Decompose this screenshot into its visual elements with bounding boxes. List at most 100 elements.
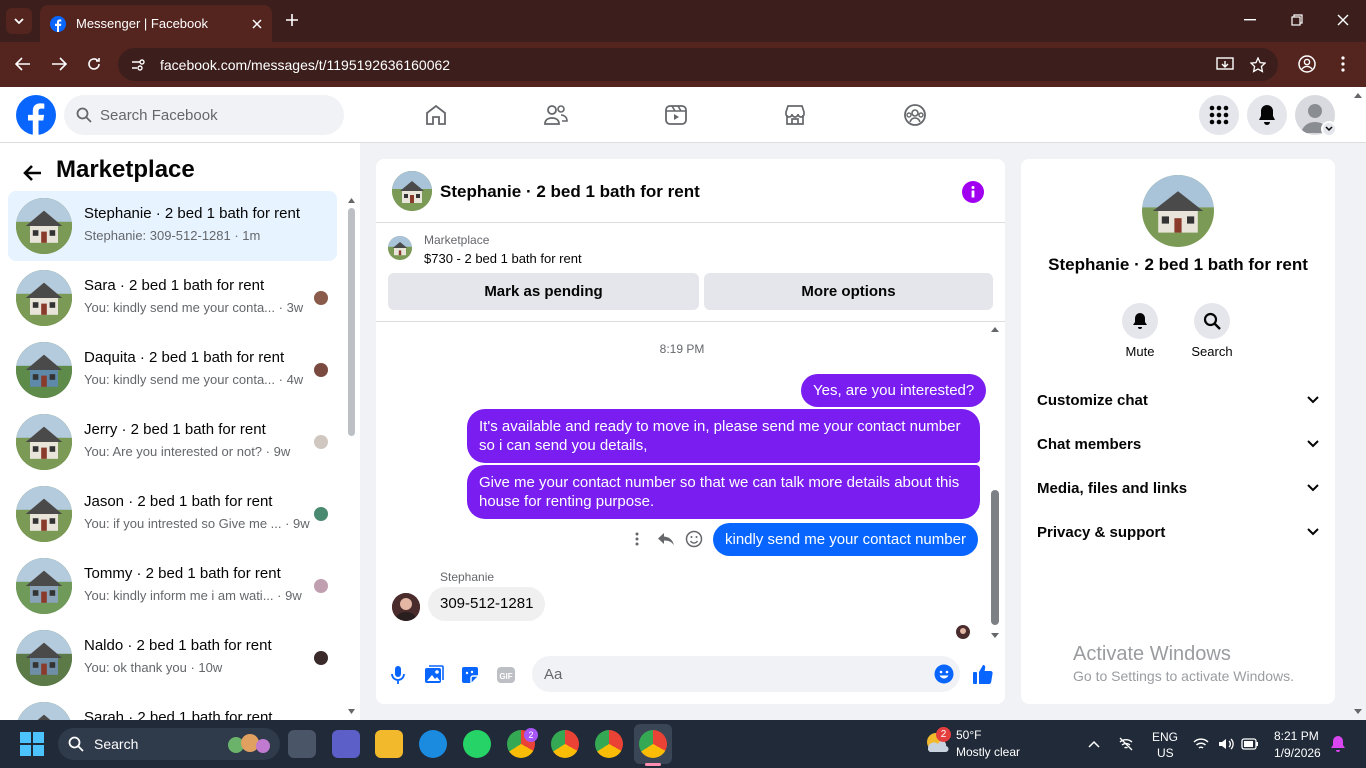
start-button[interactable]	[20, 732, 44, 756]
conversation-item[interactable]: Naldo · 2 bed 1 bath for rent You: ok tha…	[8, 623, 337, 693]
maximize-button[interactable]	[1287, 10, 1307, 30]
chat-scrollbar[interactable]	[990, 325, 1000, 641]
react-button[interactable]	[683, 529, 705, 549]
conversation-item[interactable]: Sarah · 2 bed 1 bath for rent	[8, 695, 337, 720]
conversation-info-button[interactable]	[962, 181, 984, 203]
search-in-conversation-button[interactable]	[1194, 303, 1230, 339]
page-scroll-up-icon[interactable]	[1353, 91, 1363, 99]
mute-button[interactable]	[1122, 303, 1158, 339]
nav-home-button[interactable]	[416, 95, 456, 135]
more-options-button[interactable]: More options	[704, 273, 993, 310]
conversation-item[interactable]: Jason · 2 bed 1 bath for rent You: if you…	[8, 479, 337, 549]
whatsapp-icon[interactable]	[463, 730, 491, 758]
notification-bell-icon[interactable]	[1330, 735, 1346, 753]
url-text: facebook.com/messages/t/1195192636160062	[160, 56, 451, 73]
conversation-preview: You: kindly send me your conta... · 3w	[84, 300, 304, 315]
message-bubble-received[interactable]: 309-512-1281	[428, 587, 546, 621]
emoji-picker-icon[interactable]	[934, 664, 954, 684]
conversation-item[interactable]: Daquita · 2 bed 1 bath for rent You: kind…	[8, 335, 337, 405]
language-code[interactable]: ENG	[1152, 730, 1178, 744]
install-app-icon[interactable]	[1216, 56, 1234, 73]
media-files-links-section[interactable]: Media, files and links	[1037, 476, 1319, 500]
edge-browser-icon[interactable]	[419, 730, 447, 758]
weather-temp[interactable]: 50°F	[956, 728, 981, 742]
close-window-button[interactable]	[1333, 10, 1353, 30]
teams-meet-icon[interactable]	[332, 730, 360, 758]
facebook-search-input[interactable]: Search Facebook	[64, 95, 344, 135]
message-bubble-sent[interactable]: It's available and ready to move in, ple…	[467, 409, 980, 463]
chat-scrollbar-thumb[interactable]	[991, 490, 999, 625]
reply-button[interactable]	[655, 529, 677, 549]
task-view-icon[interactable]	[288, 730, 316, 758]
site-settings-icon[interactable]	[130, 57, 146, 73]
scroll-up-icon[interactable]	[990, 325, 1000, 333]
chrome-profile-icon[interactable]	[595, 730, 623, 758]
chrome-profile-icon[interactable]	[551, 730, 579, 758]
back-arrow-button[interactable]	[18, 159, 46, 187]
nav-video-button[interactable]	[656, 95, 696, 135]
voice-clip-button[interactable]	[388, 664, 408, 686]
chrome-active-icon[interactable]	[639, 730, 667, 758]
network-off-icon[interactable]	[1118, 736, 1134, 752]
reload-button[interactable]	[83, 53, 105, 75]
browser-tab-messenger[interactable]: Messenger | Facebook	[40, 5, 272, 42]
privacy-support-section[interactable]: Privacy & support	[1037, 520, 1319, 544]
minimize-button[interactable]	[1240, 10, 1260, 30]
message-composer-input[interactable]: Aa	[532, 656, 960, 692]
wifi-icon[interactable]	[1193, 737, 1209, 751]
url-field[interactable]: facebook.com/messages/t/1195192636160062	[118, 48, 1278, 81]
sticker-button[interactable]	[459, 664, 481, 686]
gif-button[interactable]: GIF	[495, 664, 517, 686]
customize-chat-section[interactable]: Customize chat	[1037, 388, 1319, 412]
nav-marketplace-button[interactable]	[775, 95, 815, 135]
language-region[interactable]: US	[1157, 746, 1174, 760]
menu-grid-button[interactable]	[1199, 95, 1239, 135]
facebook-logo-icon[interactable]	[16, 95, 56, 135]
close-tab-icon[interactable]	[252, 18, 262, 29]
mark-as-pending-button[interactable]: Mark as pending	[388, 273, 699, 310]
file-explorer-icon[interactable]	[375, 730, 403, 758]
nav-friends-button[interactable]	[536, 95, 576, 135]
notifications-button[interactable]	[1247, 95, 1287, 135]
scroll-down-icon[interactable]	[990, 632, 1000, 640]
weather-desc[interactable]: Mostly clear	[956, 745, 1020, 759]
message-more-button[interactable]	[630, 529, 644, 549]
forward-button[interactable]	[48, 53, 70, 75]
conversation-item[interactable]: Sara · 2 bed 1 bath for rent You: kindly …	[8, 263, 337, 333]
smiley-icon	[685, 530, 703, 548]
info-avatar[interactable]	[1142, 175, 1214, 247]
chat-members-section[interactable]: Chat members	[1037, 432, 1319, 456]
page-scroll-down-icon[interactable]	[1353, 708, 1363, 716]
conversation-item[interactable]: Jerry · 2 bed 1 bath for rent You: Are yo…	[8, 407, 337, 477]
clock-time[interactable]: 8:21 PM	[1274, 729, 1319, 743]
send-like-button[interactable]	[971, 662, 995, 686]
back-button[interactable]	[12, 53, 34, 75]
stephanie-avatar[interactable]	[392, 593, 420, 621]
listing-title[interactable]: $730 - 2 bed 1 bath for rent	[424, 251, 582, 266]
taskbar-search[interactable]: Search	[58, 728, 280, 760]
listing-thumbnail[interactable]	[388, 236, 412, 260]
message-bubble-sent-last[interactable]: kindly send me your contact number	[713, 523, 978, 556]
profile-button[interactable]	[1296, 53, 1318, 75]
account-chevron[interactable]	[1321, 121, 1337, 137]
message-bubble-sent[interactable]: Yes, are you interested?	[801, 374, 987, 407]
sidebar-scrollbar[interactable]	[347, 196, 356, 716]
nav-gaming-button[interactable]	[895, 95, 935, 135]
chat-header-avatar[interactable]	[392, 171, 432, 211]
message-bubble-sent[interactable]: Give me your contact number so that we c…	[467, 465, 980, 519]
chevron-up-icon[interactable]	[1088, 740, 1100, 748]
chat-header-title[interactable]: Stephanie · 2 bed 1 bath for rent	[440, 182, 700, 202]
browser-menu-button[interactable]	[1334, 53, 1352, 75]
battery-icon[interactable]	[1241, 738, 1259, 750]
tab-list-button[interactable]	[6, 8, 32, 34]
sidebar-scrollbar-thumb[interactable]	[348, 208, 355, 436]
conversation-item[interactable]: Tommy · 2 bed 1 bath for rent You: kindly…	[8, 551, 337, 621]
new-tab-button[interactable]	[282, 10, 302, 30]
bookmark-star-icon[interactable]	[1250, 56, 1266, 73]
clock-date[interactable]: 1/9/2026	[1274, 746, 1321, 760]
scroll-up-icon[interactable]	[347, 196, 356, 204]
scroll-down-icon[interactable]	[347, 708, 356, 716]
conversation-item[interactable]: Stephanie · 2 bed 1 bath for rent Stephan…	[8, 191, 337, 261]
attach-photo-button[interactable]	[423, 664, 445, 686]
volume-icon[interactable]	[1218, 737, 1234, 751]
